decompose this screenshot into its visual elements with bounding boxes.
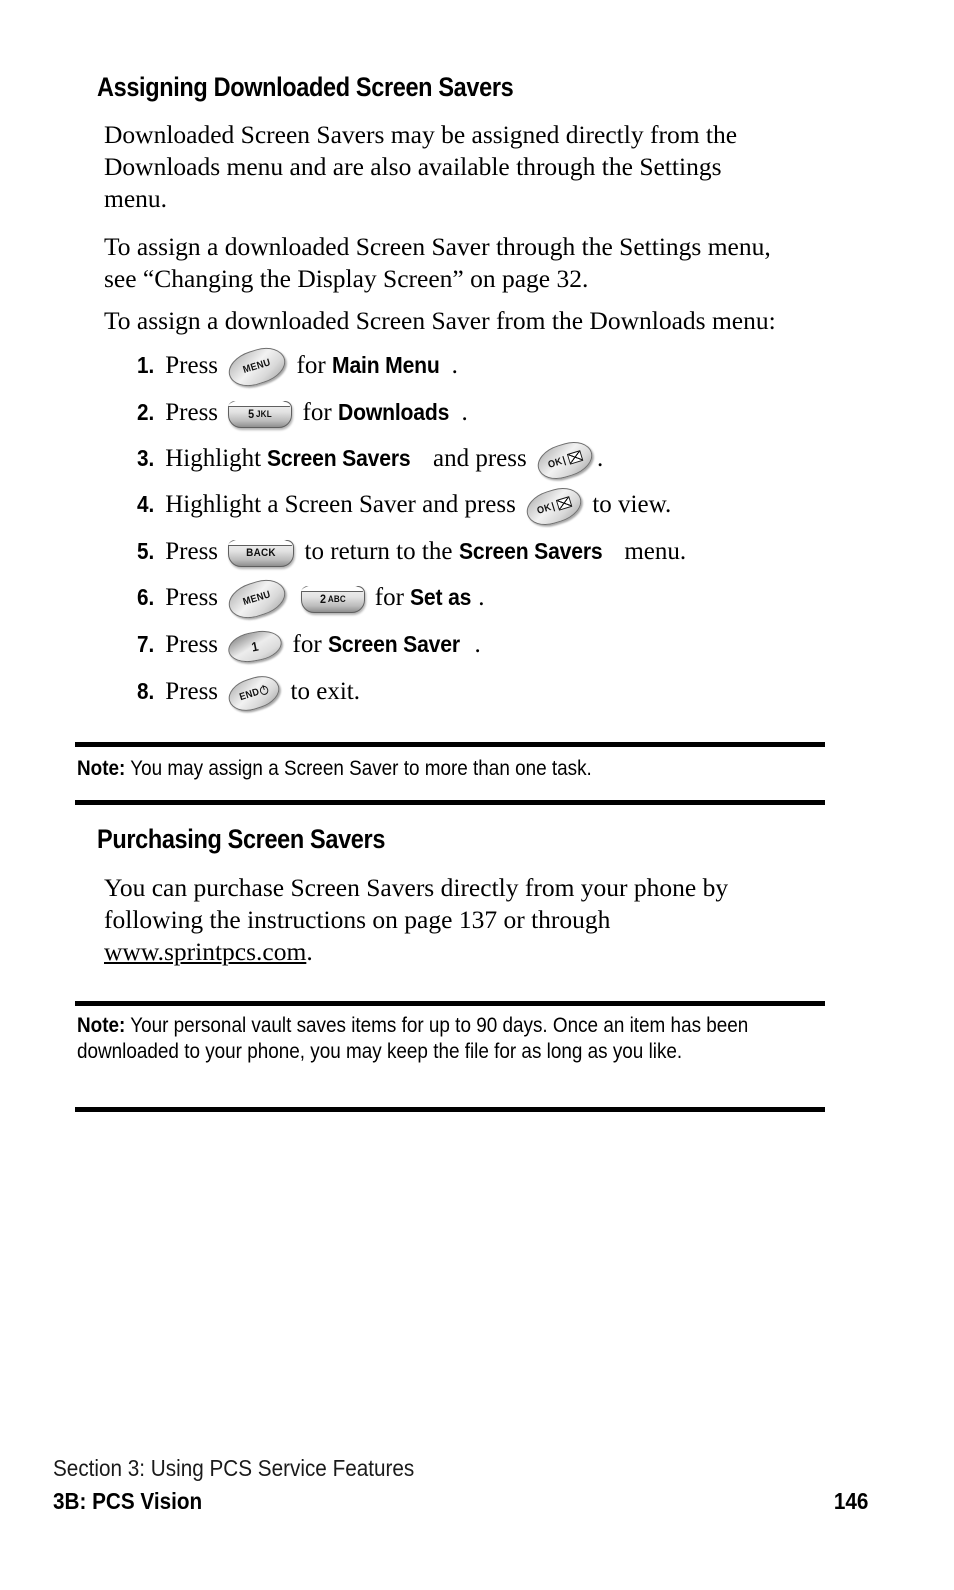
back-key-icon: BACK bbox=[228, 536, 295, 567]
step-emphasis: Screen Savers bbox=[458, 538, 603, 564]
step-text-pre: Press bbox=[165, 399, 219, 426]
ok-key-icon: OK | bbox=[533, 436, 597, 485]
step-text-post: . bbox=[478, 584, 485, 611]
step-text-pre: Press bbox=[165, 538, 219, 565]
power-icon bbox=[259, 684, 270, 696]
heading-assigning-downloaded-screen-savers: Assigning Downloaded Screen Savers bbox=[97, 72, 514, 102]
step-text-post: . bbox=[461, 399, 468, 426]
envelope-icon bbox=[555, 495, 573, 511]
step-emphasis: Set as bbox=[410, 584, 472, 610]
step-text-mid: to return to the bbox=[304, 538, 453, 565]
note-rule-bottom bbox=[75, 800, 825, 805]
envelope-icon bbox=[566, 449, 584, 465]
list-item-step-2: 2. Press 5 JKL for Downloads. bbox=[137, 397, 857, 428]
footer-chapter-label: 3B: PCS Vision bbox=[53, 1488, 203, 1514]
note2-rule-bottom bbox=[75, 1107, 825, 1112]
step-text-mid: for bbox=[292, 631, 322, 658]
step-text-pre: Press bbox=[165, 584, 219, 611]
paragraph-assigning-downloads-lead: To assign a downloaded Screen Saver from… bbox=[104, 306, 776, 335]
step-text-mid: for bbox=[374, 584, 404, 611]
paragraph-assigning-settings-ref: To assign a downloaded Screen Saver thro… bbox=[104, 232, 771, 293]
end-key-icon: END bbox=[224, 670, 284, 716]
list-item-step-1: 1. Press MENU for Main Menu. bbox=[137, 342, 857, 393]
manual-page: Assigning Downloaded Screen Savers Downl… bbox=[0, 0, 954, 1590]
paragraph-assigning-intro: Downloaded Screen Savers may be assigned… bbox=[104, 120, 738, 213]
two-abc-key-label: 2 ABC bbox=[305, 587, 361, 612]
step-text-pre: Press bbox=[165, 631, 219, 658]
key-digit: 5 bbox=[248, 407, 255, 422]
list-item-step-8: 8. Press END to exit. bbox=[137, 670, 857, 716]
ok-key-label: OK | bbox=[526, 484, 583, 528]
step-emphasis: Downloads bbox=[337, 399, 450, 425]
step-number: 4. bbox=[137, 491, 155, 517]
ok-key-icon: OK | bbox=[522, 482, 586, 531]
note-label: Note: bbox=[77, 1014, 126, 1037]
paragraph-purchasing: You can purchase Screen Savers directly … bbox=[104, 872, 804, 968]
one-key-label: 1 bbox=[250, 637, 261, 654]
step-number: 7. bbox=[137, 631, 155, 657]
footer-section-label: Section 3: Using PCS Service Features bbox=[53, 1455, 415, 1481]
step-text-post: . bbox=[474, 631, 481, 658]
two-abc-key-icon: 2 ABC bbox=[300, 582, 365, 613]
menu-key-icon: MENU bbox=[224, 574, 291, 625]
list-item-step-7: 7. Press 1 for Screen Saver. bbox=[137, 626, 857, 666]
menu-key-label: MENU bbox=[242, 357, 273, 377]
sprintpcs-link[interactable]: www.sprintpcs.com bbox=[104, 937, 306, 966]
end-key-label: END bbox=[228, 673, 280, 714]
step-text-pre: Highlight a Screen Saver and press bbox=[165, 491, 516, 518]
note-text: Your personal vault saves items for up t… bbox=[77, 1014, 749, 1063]
step-text-mid: for bbox=[302, 399, 332, 426]
list-item-step-5: 5. Press BACK to return to the Screen Sa… bbox=[137, 536, 857, 567]
five-jkl-key-label: 5 JKL bbox=[232, 402, 288, 427]
list-item-step-3: 3. Highlight Screen Savers and press OK |… bbox=[137, 436, 857, 485]
step-text-post: . bbox=[451, 352, 458, 379]
purchasing-text-lead: You can purchase Screen Savers directly … bbox=[104, 873, 729, 934]
note-text: You may assign a Screen Saver to more th… bbox=[125, 757, 592, 780]
step-number: 5. bbox=[137, 538, 155, 564]
key-letters: JKL bbox=[256, 409, 273, 420]
step-text-post: menu. bbox=[624, 538, 687, 565]
step-emphasis: Screen Savers bbox=[267, 445, 411, 471]
note-block-2: Note: Your personal vault saves items fo… bbox=[77, 1013, 817, 1065]
step-text-pre: Press bbox=[165, 352, 219, 379]
purchasing-text-tail: . bbox=[306, 937, 313, 966]
step-number: 6. bbox=[137, 584, 155, 610]
step-emphasis: Main Menu bbox=[331, 352, 440, 378]
key-digit: 2 bbox=[319, 592, 326, 607]
step-text-mid: and press bbox=[433, 445, 527, 472]
list-item-step-4: 4. Highlight a Screen Saver and press OK… bbox=[137, 482, 857, 531]
note-label: Note: bbox=[77, 757, 126, 780]
step-number: 1. bbox=[137, 352, 155, 378]
step-number: 3. bbox=[137, 445, 155, 471]
note-rule-top bbox=[75, 742, 825, 747]
menu-key-label: MENU bbox=[242, 589, 273, 609]
heading-purchasing-screen-savers: Purchasing Screen Savers bbox=[97, 824, 386, 854]
page-number: 146 bbox=[833, 1488, 868, 1514]
step-number: 8. bbox=[137, 678, 155, 704]
list-item-step-6: 6. Press MENU 2 ABC for Set as. bbox=[137, 574, 857, 625]
note-block-1: Note: You may assign a Screen Saver to m… bbox=[77, 756, 817, 782]
back-key-label: BACK bbox=[246, 547, 277, 560]
end-text: END bbox=[238, 685, 262, 703]
one-key-icon: 1 bbox=[226, 626, 285, 666]
step-text-post: . bbox=[597, 445, 604, 472]
step-text-post: to exit. bbox=[290, 678, 360, 705]
step-text-pre: Highlight bbox=[165, 445, 262, 472]
menu-key-icon: MENU bbox=[224, 342, 291, 393]
note2-rule-top bbox=[75, 1001, 825, 1006]
step-text-pre: Press bbox=[165, 678, 219, 705]
key-letters: ABC bbox=[327, 594, 346, 605]
ok-key-label: OK | bbox=[537, 438, 594, 482]
step-number: 2. bbox=[137, 399, 155, 425]
step-text-post: to view. bbox=[592, 491, 672, 518]
step-text-mid: for bbox=[296, 352, 326, 379]
five-jkl-key-icon: 5 JKL bbox=[228, 397, 293, 428]
step-emphasis: Screen Saver bbox=[327, 631, 460, 657]
